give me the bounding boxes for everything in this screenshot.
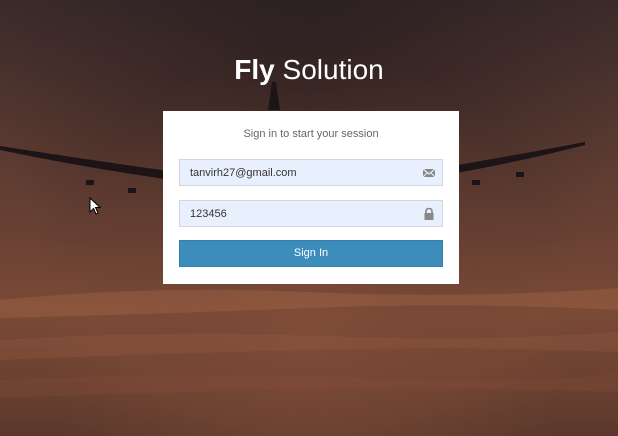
brand-strong: Fly (234, 54, 275, 85)
app-logo-title: Fly Solution (0, 52, 618, 88)
sign-in-button[interactable]: Sign In (179, 240, 443, 267)
email-field (179, 159, 443, 186)
login-message: Sign in to start your session (243, 128, 379, 140)
envelope-icon (422, 166, 436, 180)
password-input[interactable] (180, 201, 420, 226)
brand-light: Solution (274, 54, 384, 85)
email-input[interactable] (180, 160, 420, 185)
mouse-pointer-icon (89, 197, 102, 215)
password-field (179, 200, 443, 227)
login-box: Sign in to start your session Sign In (163, 111, 459, 284)
lock-icon (422, 207, 436, 221)
